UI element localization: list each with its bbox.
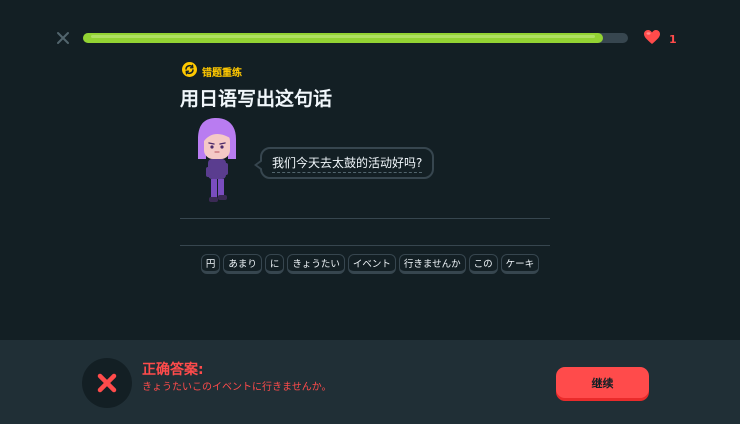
prompt-sentence[interactable]: 我们今天去太鼓的活动好吗? — [272, 154, 423, 173]
word-bank: 円 あまり に きょうたい イベント 行きませんか この ケーキ — [0, 254, 740, 274]
speech-bubble: 我们今天去太鼓的活动好吗? — [253, 147, 435, 179]
word-tile[interactable]: イベント — [347, 254, 396, 274]
progress-bar-fill — [83, 33, 604, 43]
word-tile[interactable]: 円 — [200, 254, 221, 274]
review-badge: 错题重练 — [182, 62, 242, 81]
challenge-title: 用日语写出这句话 — [180, 88, 333, 110]
progress-bar — [83, 33, 628, 43]
badge-label: 错题重练 — [202, 68, 242, 79]
close-icon[interactable] — [55, 30, 71, 46]
word-tile[interactable]: きょうたい — [287, 254, 345, 274]
correct-answer-text: きょうたいこのイベントに行きませんか。 — [142, 382, 332, 393]
answer-line — [180, 218, 550, 219]
answer-line — [180, 245, 550, 246]
word-tile[interactable]: 行きませんか — [398, 254, 466, 274]
hearts-count: 1 — [669, 32, 677, 46]
word-tile[interactable]: あまり — [223, 254, 262, 274]
word-tile[interactable]: に — [264, 254, 285, 274]
word-tile[interactable]: この — [468, 254, 498, 274]
heart-icon — [643, 29, 661, 49]
refresh-icon — [182, 62, 197, 81]
continue-button[interactable]: 继续 — [556, 367, 649, 398]
word-tile[interactable]: ケーキ — [500, 254, 540, 274]
hearts-counter: 1 — [643, 29, 677, 49]
x-icon — [82, 358, 132, 408]
correct-answer-title: 正确答案: — [142, 362, 204, 378]
character-avatar — [192, 117, 242, 211]
